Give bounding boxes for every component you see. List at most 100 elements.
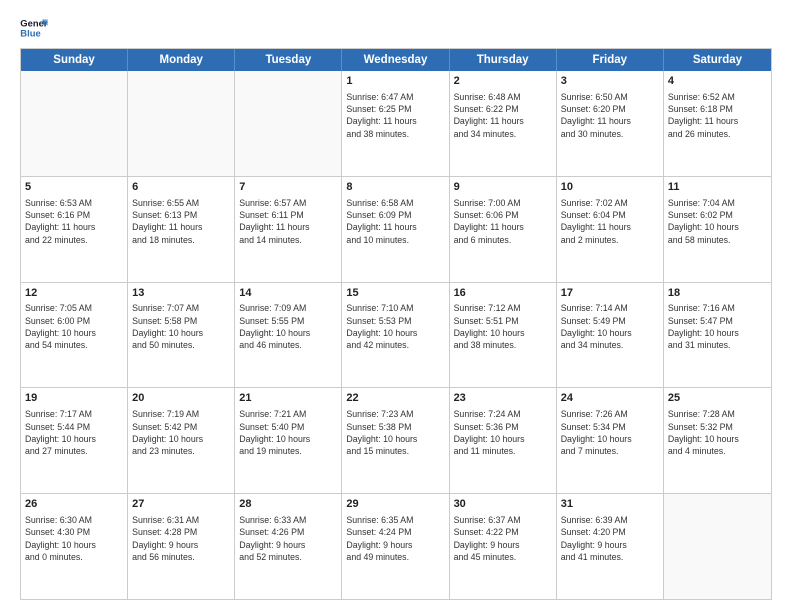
day-number: 16 [454, 286, 552, 301]
day-info: Sunrise: 6:48 AM Sunset: 6:22 PM Dayligh… [454, 91, 552, 140]
day-number: 22 [346, 391, 444, 406]
day-number: 6 [132, 180, 230, 195]
calendar-row-4: 19Sunrise: 7:17 AM Sunset: 5:44 PM Dayli… [21, 387, 771, 493]
day-info: Sunrise: 7:21 AM Sunset: 5:40 PM Dayligh… [239, 408, 337, 457]
day-info: Sunrise: 6:58 AM Sunset: 6:09 PM Dayligh… [346, 197, 444, 246]
day-number: 21 [239, 391, 337, 406]
day-number: 24 [561, 391, 659, 406]
day-number: 15 [346, 286, 444, 301]
day-cell-25: 25Sunrise: 7:28 AM Sunset: 5:32 PM Dayli… [664, 388, 771, 493]
day-info: Sunrise: 6:37 AM Sunset: 4:22 PM Dayligh… [454, 514, 552, 563]
empty-cell [235, 71, 342, 176]
day-cell-31: 31 Sunrise: 6:39 AM Sunset: 4:20 PM Dayli… [557, 494, 664, 599]
header: General Blue [20, 16, 772, 40]
day-cell-6: 6 Sunrise: 6:55 AM Sunset: 6:13 PM Daylig… [128, 177, 235, 282]
calendar: SundayMondayTuesdayWednesdayThursdayFrid… [20, 48, 772, 600]
day-cell-15: 15Sunrise: 7:10 AM Sunset: 5:53 PM Dayli… [342, 283, 449, 388]
day-number: 10 [561, 180, 659, 195]
calendar-row-5: 26Sunrise: 6:30 AM Sunset: 4:30 PM Dayli… [21, 493, 771, 599]
day-cell-11: 11 Sunrise: 7:04 AM Sunset: 6:02 PM Dayli… [664, 177, 771, 282]
day-info: Sunrise: 7:16 AM Sunset: 5:47 PM Dayligh… [668, 302, 767, 351]
calendar-row-2: 5Sunrise: 6:53 AM Sunset: 6:16 PM Daylig… [21, 176, 771, 282]
day-info: Sunrise: 6:35 AM Sunset: 4:24 PM Dayligh… [346, 514, 444, 563]
day-info: Sunrise: 6:53 AM Sunset: 6:16 PM Dayligh… [25, 197, 123, 246]
day-cell-12: 12Sunrise: 7:05 AM Sunset: 6:00 PM Dayli… [21, 283, 128, 388]
weekday-header-friday: Friday [557, 49, 664, 71]
day-info: Sunrise: 6:57 AM Sunset: 6:11 PM Dayligh… [239, 197, 337, 246]
day-info: Sunrise: 7:09 AM Sunset: 5:55 PM Dayligh… [239, 302, 337, 351]
logo: General Blue [20, 16, 48, 40]
day-info: Sunrise: 7:02 AM Sunset: 6:04 PM Dayligh… [561, 197, 659, 246]
day-cell-5: 5Sunrise: 6:53 AM Sunset: 6:16 PM Daylig… [21, 177, 128, 282]
day-cell-14: 14Sunrise: 7:09 AM Sunset: 5:55 PM Dayli… [235, 283, 342, 388]
day-number: 20 [132, 391, 230, 406]
day-info: Sunrise: 7:12 AM Sunset: 5:51 PM Dayligh… [454, 302, 552, 351]
day-number: 31 [561, 497, 659, 512]
day-info: Sunrise: 6:47 AM Sunset: 6:25 PM Dayligh… [346, 91, 444, 140]
day-info: Sunrise: 7:05 AM Sunset: 6:00 PM Dayligh… [25, 302, 123, 351]
day-number: 30 [454, 497, 552, 512]
day-info: Sunrise: 7:23 AM Sunset: 5:38 PM Dayligh… [346, 408, 444, 457]
page: General Blue SundayMondayTuesdayWednesda… [0, 0, 792, 612]
day-info: Sunrise: 7:17 AM Sunset: 5:44 PM Dayligh… [25, 408, 123, 457]
day-cell-23: 23 Sunrise: 7:24 AM Sunset: 5:36 PM Dayli… [450, 388, 557, 493]
day-info: Sunrise: 7:19 AM Sunset: 5:42 PM Dayligh… [132, 408, 230, 457]
calendar-row-1: 1 Sunrise: 6:47 AM Sunset: 6:25 PM Daylig… [21, 71, 771, 176]
calendar-row-3: 12Sunrise: 7:05 AM Sunset: 6:00 PM Dayli… [21, 282, 771, 388]
day-cell-20: 20 Sunrise: 7:19 AM Sunset: 5:42 PM Dayli… [128, 388, 235, 493]
empty-cell [21, 71, 128, 176]
day-info: Sunrise: 7:00 AM Sunset: 6:06 PM Dayligh… [454, 197, 552, 246]
day-cell-19: 19Sunrise: 7:17 AM Sunset: 5:44 PM Dayli… [21, 388, 128, 493]
day-cell-8: 8Sunrise: 6:58 AM Sunset: 6:09 PM Daylig… [342, 177, 449, 282]
day-number: 12 [25, 286, 123, 301]
day-info: Sunrise: 6:39 AM Sunset: 4:20 PM Dayligh… [561, 514, 659, 563]
day-cell-10: 10 Sunrise: 7:02 AM Sunset: 6:04 PM Dayli… [557, 177, 664, 282]
day-number: 27 [132, 497, 230, 512]
calendar-header: SundayMondayTuesdayWednesdayThursdayFrid… [21, 49, 771, 71]
weekday-header-monday: Monday [128, 49, 235, 71]
day-number: 29 [346, 497, 444, 512]
day-cell-29: 29 Sunrise: 6:35 AM Sunset: 4:24 PM Dayli… [342, 494, 449, 599]
day-info: Sunrise: 7:26 AM Sunset: 5:34 PM Dayligh… [561, 408, 659, 457]
day-number: 18 [668, 286, 767, 301]
day-number: 11 [668, 180, 767, 195]
day-cell-16: 16Sunrise: 7:12 AM Sunset: 5:51 PM Dayli… [450, 283, 557, 388]
day-info: Sunrise: 7:14 AM Sunset: 5:49 PM Dayligh… [561, 302, 659, 351]
day-cell-18: 18Sunrise: 7:16 AM Sunset: 5:47 PM Dayli… [664, 283, 771, 388]
day-number: 14 [239, 286, 337, 301]
day-cell-9: 9 Sunrise: 7:00 AM Sunset: 6:06 PM Daylig… [450, 177, 557, 282]
day-info: Sunrise: 6:50 AM Sunset: 6:20 PM Dayligh… [561, 91, 659, 140]
day-number: 28 [239, 497, 337, 512]
day-info: Sunrise: 6:55 AM Sunset: 6:13 PM Dayligh… [132, 197, 230, 246]
day-info: Sunrise: 6:31 AM Sunset: 4:28 PM Dayligh… [132, 514, 230, 563]
day-number: 23 [454, 391, 552, 406]
weekday-header-wednesday: Wednesday [342, 49, 449, 71]
svg-text:Blue: Blue [20, 28, 40, 39]
day-number: 1 [346, 74, 444, 89]
day-info: Sunrise: 7:10 AM Sunset: 5:53 PM Dayligh… [346, 302, 444, 351]
day-cell-30: 30 Sunrise: 6:37 AM Sunset: 4:22 PM Dayli… [450, 494, 557, 599]
weekday-header-saturday: Saturday [664, 49, 771, 71]
weekday-header-thursday: Thursday [450, 49, 557, 71]
logo-icon: General Blue [20, 16, 48, 40]
day-number: 25 [668, 391, 767, 406]
weekday-header-sunday: Sunday [21, 49, 128, 71]
calendar-body: 1 Sunrise: 6:47 AM Sunset: 6:25 PM Daylig… [21, 71, 771, 599]
day-cell-7: 7Sunrise: 6:57 AM Sunset: 6:11 PM Daylig… [235, 177, 342, 282]
day-cell-13: 13Sunrise: 7:07 AM Sunset: 5:58 PM Dayli… [128, 283, 235, 388]
day-info: Sunrise: 7:07 AM Sunset: 5:58 PM Dayligh… [132, 302, 230, 351]
day-number: 4 [668, 74, 767, 89]
day-cell-2: 2 Sunrise: 6:48 AM Sunset: 6:22 PM Daylig… [450, 71, 557, 176]
day-cell-17: 17Sunrise: 7:14 AM Sunset: 5:49 PM Dayli… [557, 283, 664, 388]
day-info: Sunrise: 6:33 AM Sunset: 4:26 PM Dayligh… [239, 514, 337, 563]
day-info: Sunrise: 6:30 AM Sunset: 4:30 PM Dayligh… [25, 514, 123, 563]
weekday-header-tuesday: Tuesday [235, 49, 342, 71]
day-info: Sunrise: 7:24 AM Sunset: 5:36 PM Dayligh… [454, 408, 552, 457]
day-cell-22: 22 Sunrise: 7:23 AM Sunset: 5:38 PM Dayli… [342, 388, 449, 493]
day-number: 2 [454, 74, 552, 89]
day-cell-21: 21 Sunrise: 7:21 AM Sunset: 5:40 PM Dayli… [235, 388, 342, 493]
day-info: Sunrise: 7:04 AM Sunset: 6:02 PM Dayligh… [668, 197, 767, 246]
day-number: 9 [454, 180, 552, 195]
empty-cell [664, 494, 771, 599]
day-cell-26: 26Sunrise: 6:30 AM Sunset: 4:30 PM Dayli… [21, 494, 128, 599]
